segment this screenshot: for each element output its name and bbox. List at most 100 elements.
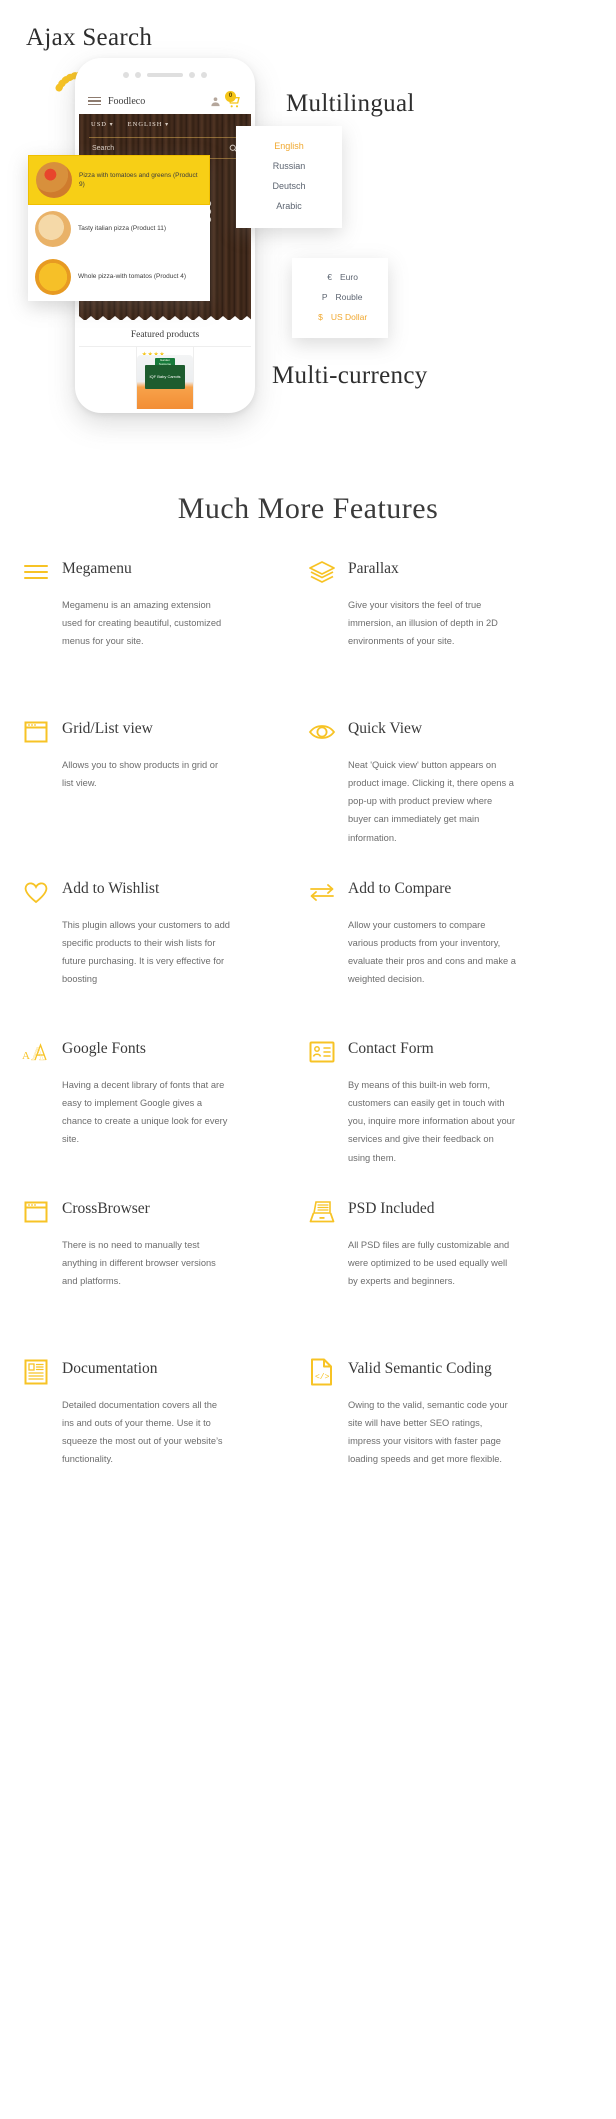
ajax-result-label: Pizza with tomatoes and greens (Product … — [79, 171, 198, 188]
multilingual-label: Multilingual — [286, 90, 415, 117]
currency-symbol: $ — [318, 312, 323, 322]
feature-title: Google Fonts — [62, 1040, 146, 1057]
feature-desc: Having a decent library of fonts that ar… — [62, 1080, 228, 1145]
pizza-thumbnail — [35, 211, 71, 247]
feature-add-to-wishlist: Add to Wishlist This plugin allows your … — [22, 878, 308, 1038]
user-account-icon[interactable] — [210, 96, 221, 107]
currency-label: Euro — [340, 272, 358, 282]
zigzag-divider — [79, 316, 251, 321]
feature-title: CrossBrowser — [62, 1200, 150, 1217]
brand-name: Foodleco — [108, 95, 146, 107]
megamenu-icon — [22, 558, 50, 586]
product-cell[interactable] — [194, 347, 251, 409]
ajax-result-label: Tasty italian pizza (Product 11) — [78, 225, 167, 233]
feature-desc: This plugin allows your customers to add… — [62, 920, 230, 985]
ajax-result-item[interactable]: Pizza with tomatoes and greens (Product … — [28, 155, 210, 205]
browser-window-icon — [22, 1198, 50, 1226]
phone-navbar: Foodleco 0 — [79, 88, 251, 114]
feature-title: Add to Compare — [348, 880, 452, 897]
currency-symbol: P — [321, 292, 328, 302]
ajax-result-label: Whole pizza-with tomatos (Product 4) — [78, 273, 187, 281]
feature-desc: Allows you to show products in grid or l… — [62, 760, 219, 789]
feature-title: Add to Wishlist — [62, 880, 160, 897]
contact-card-icon — [308, 1038, 336, 1066]
page-root: Ajax Search Multilingual Multi-currency … — [0, 0, 616, 2119]
multicurrency-label: Multi-currency — [272, 362, 428, 389]
currency-option-rouble[interactable]: P Rouble — [292, 287, 388, 307]
google-fonts-icon: AA — [22, 1038, 50, 1066]
feature-desc: There is no need to manually test anythi… — [62, 1240, 216, 1287]
feature-parallax: Parallax Give your visitors the feel of … — [308, 558, 594, 718]
features-grid: Megamenu Megamenu is an amazing extensio… — [0, 558, 616, 1518]
svg-text:A: A — [22, 1050, 30, 1062]
language-option-deutsch[interactable]: Deutsch — [236, 176, 342, 196]
cart-count-badge: 0 — [225, 91, 236, 102]
feature-title: Documentation — [62, 1360, 158, 1377]
product-image: Garden Supreme IQF Baby Carrots — [137, 355, 193, 409]
language-dropdown: English Russian Deutsch Arabic — [236, 126, 342, 228]
currency-option-usd[interactable]: $ US Dollar — [292, 307, 388, 327]
currency-label: Rouble — [335, 292, 363, 302]
feature-title: Quick View — [348, 720, 423, 737]
language-option-arabic[interactable]: Arabic — [236, 196, 342, 216]
ajax-search-label: Ajax Search — [26, 24, 153, 51]
features-section-title: Much More Features — [177, 492, 439, 525]
code-file-icon: </> — [308, 1358, 336, 1386]
pizza-thumbnail — [36, 162, 72, 198]
featured-products-title: Featured products — [130, 330, 200, 340]
feature-megamenu: Megamenu Megamenu is an amazing extensio… — [22, 558, 308, 718]
feature-desc: Detailed documentation covers all the in… — [62, 1400, 223, 1465]
ajax-result-item[interactable]: Tasty italian pizza (Product 11) — [28, 205, 210, 253]
hamburger-menu-icon[interactable] — [88, 96, 101, 106]
feature-desc: By means of this built-in web form, cust… — [348, 1080, 515, 1163]
ajax-result-item[interactable]: Whole pizza-with tomatos (Product 4) — [28, 253, 210, 301]
currency-selector[interactable]: USD ▾ — [91, 121, 114, 128]
search-placeholder: Search — [92, 144, 115, 152]
feature-desc: Give your visitors the feel of true imme… — [348, 600, 498, 647]
hero-section: Ajax Search Multilingual Multi-currency … — [0, 0, 616, 470]
feature-documentation: Documentation Detailed documentation cov… — [22, 1358, 308, 1518]
feature-title: Grid/List view — [62, 720, 153, 737]
compare-arrows-icon — [308, 878, 336, 906]
feature-quick-view: Quick View Neat 'Quick view' button appe… — [308, 718, 594, 878]
product-cell-carrots[interactable]: ★★★★ Garden Supreme IQF Baby Carrots — [137, 347, 195, 409]
feature-valid-semantic-coding: </> Valid Semantic Coding Owing to the v… — [308, 1358, 594, 1518]
feature-desc: Owing to the valid, semantic code your s… — [348, 1400, 508, 1465]
psd-tray-icon — [308, 1198, 336, 1226]
ajax-search-results: Pizza with tomatoes and greens (Product … — [28, 155, 210, 301]
language-option-english[interactable]: English — [236, 136, 342, 156]
currency-option-euro[interactable]: € Euro — [292, 267, 388, 287]
feature-title: PSD Included — [348, 1200, 435, 1217]
product-cell[interactable] — [79, 347, 137, 409]
feature-title: Valid Semantic Coding — [348, 1360, 492, 1377]
phone-speaker — [79, 62, 251, 88]
pizza-thumbnail — [35, 259, 71, 295]
parallax-layers-icon — [308, 558, 336, 586]
pack-product-name: IQF Baby Carrots — [145, 365, 185, 389]
feature-title: Parallax — [348, 560, 399, 577]
feature-desc: All PSD files are fully customizable and… — [348, 1240, 510, 1287]
feature-title: Contact Form — [348, 1040, 434, 1057]
feature-title: Megamenu — [62, 560, 132, 577]
cart-icon[interactable]: 0 — [224, 91, 242, 109]
feature-add-to-compare: Add to Compare Allow your customers to c… — [308, 878, 594, 1038]
language-selector[interactable]: ENGLISH ▾ — [128, 121, 169, 128]
featured-products-grid: ★★★★ Garden Supreme IQF Baby Carrots — [79, 346, 251, 409]
document-icon — [22, 1358, 50, 1386]
language-option-russian[interactable]: Russian — [236, 156, 342, 176]
currency-label: US Dollar — [330, 312, 368, 322]
currency-dropdown: € Euro P Rouble $ US Dollar — [292, 258, 388, 338]
feature-grid-list-view: Grid/List view Allows you to show produc… — [22, 718, 308, 878]
feature-crossbrowser: CrossBrowser There is no need to manuall… — [22, 1198, 308, 1358]
feature-desc: Megamenu is an amazing extension used fo… — [62, 600, 222, 647]
svg-text:</>: </> — [315, 1373, 330, 1382]
eye-icon — [308, 718, 336, 746]
currency-symbol: € — [327, 272, 333, 282]
feature-google-fonts: AA Google Fonts Having a decent library … — [22, 1038, 308, 1198]
feature-contact-form: Contact Form By means of this built-in w… — [308, 1038, 594, 1198]
feature-desc: Allow your customers to compare various … — [348, 920, 516, 985]
grid-list-view-icon — [22, 718, 50, 746]
heart-icon — [22, 878, 50, 906]
feature-desc: Neat 'Quick view' button appears on prod… — [348, 760, 514, 843]
feature-psd-included: PSD Included All PSD files are fully cus… — [308, 1198, 594, 1358]
